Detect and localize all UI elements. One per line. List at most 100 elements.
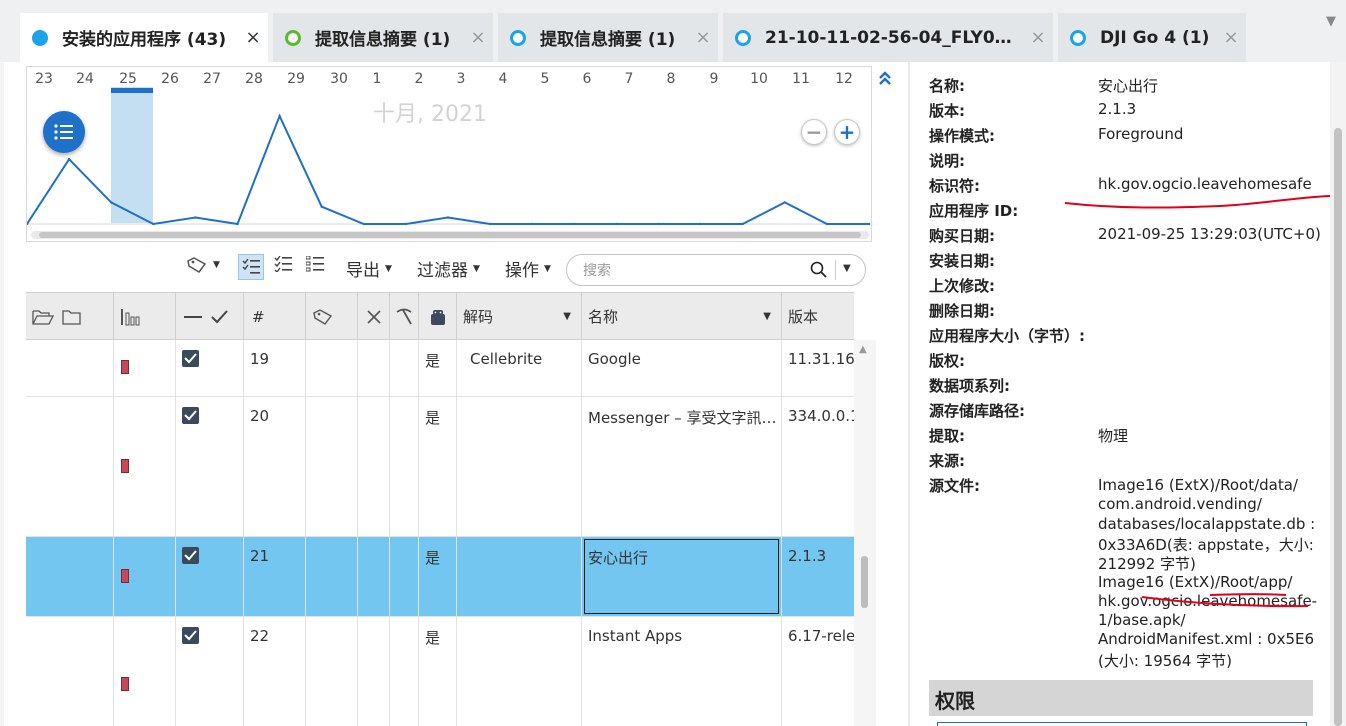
timeline-data-point[interactable] [236, 222, 239, 226]
tag-marker [121, 569, 129, 583]
carved-cell [390, 537, 419, 616]
row-checkbox[interactable] [182, 407, 199, 424]
tab-overflow-icon[interactable]: ▼ [1326, 14, 1336, 29]
timeline-data-point[interactable] [488, 222, 492, 226]
timeline-data-point[interactable] [783, 201, 786, 204]
deleted-cell [358, 617, 390, 726]
unchecked-list-view-button[interactable] [274, 256, 292, 272]
list-view-button[interactable] [43, 111, 85, 153]
android-column-header[interactable] [419, 293, 457, 340]
timeline-data-point[interactable] [699, 222, 702, 226]
timeline-data-point[interactable] [362, 222, 365, 226]
decode-column-header[interactable]: 解码 ▼ [457, 293, 582, 340]
search-icon[interactable] [810, 261, 828, 279]
timeline-data-point[interactable] [278, 114, 281, 118]
timeline-data-point[interactable] [110, 201, 113, 204]
tag-button[interactable]: ▼ [186, 256, 220, 274]
search-options-icon[interactable]: ▼ [843, 263, 851, 274]
all-list-view-button[interactable] [306, 256, 324, 272]
table-row[interactable]: 19 是 Cellebrite Google 11.31.16.2 [26, 340, 854, 397]
select-toggle-icon [184, 309, 228, 323]
version-cell: 334.0.0.15 [782, 397, 854, 536]
scrollbar-thumb[interactable] [39, 232, 861, 238]
timeline-data-point[interactable] [531, 222, 534, 226]
red-annotation-underlines [1064, 195, 1330, 608]
close-icon[interactable]: × [1023, 27, 1053, 48]
version-cell: 6.17-release [782, 617, 854, 726]
tab-dji-go-4[interactable]: DJI Go 4 (1) × [1058, 13, 1246, 62]
timeline-data-point[interactable] [194, 216, 197, 219]
tag-filter-column-header[interactable] [306, 293, 358, 340]
check-column-header[interactable] [176, 293, 244, 340]
decode-cell: Cellebrite [457, 340, 582, 396]
deleted-column-header[interactable] [358, 293, 390, 340]
table-vertical-scrollbar[interactable]: ▲ [854, 340, 876, 726]
table-row[interactable]: 20 是 Messenger – 享受文字訊息、語音和視訊通話 334.0.0.… [26, 397, 854, 537]
table-row-selected[interactable]: 21 是 安心出行 2.1.3 [26, 537, 854, 617]
chevron-down-icon[interactable]: ▼ [563, 311, 571, 322]
close-icon[interactable]: × [1216, 27, 1246, 48]
search-input[interactable] [583, 261, 803, 281]
check-cell [176, 537, 244, 616]
timeline-data-point[interactable] [825, 222, 829, 226]
decoded-flag: 是 [425, 352, 441, 370]
checked-list-view-button[interactable] [238, 254, 264, 280]
actions-menu[interactable]: 操作 ▼ [505, 256, 551, 281]
row-checkbox[interactable] [182, 547, 199, 564]
version-cell: 11.31.16.2 [782, 340, 854, 396]
row-checkbox[interactable] [182, 627, 199, 644]
version-column-header[interactable]: 版本 [782, 293, 854, 340]
tab-extraction-summary-1[interactable]: 提取信息摘要 (1) × [273, 13, 493, 62]
timeline-data-point[interactable] [404, 222, 408, 226]
timeline-chart[interactable]: 23 24 25 26 27 28 29 30 1 2 3 4 5 6 7 8 … [26, 66, 873, 242]
folder-cell [26, 397, 114, 536]
close-icon[interactable]: × [238, 27, 268, 48]
close-icon[interactable]: × [688, 27, 718, 48]
timeline-data-point[interactable] [67, 158, 71, 161]
tag-filter-cell [306, 397, 358, 536]
left-panel: 23 24 25 26 27 28 29 30 1 2 3 4 5 6 7 8 … [26, 62, 891, 726]
timeline-data-point[interactable] [741, 222, 744, 226]
name-column-header[interactable]: 名称 ▼ [582, 293, 782, 340]
app-name: Google [588, 350, 641, 368]
tab-bar: 安装的应用程序 (43) × 提取信息摘要 (1) × 提取信息摘要 (1) ×… [0, 0, 1346, 62]
number-column-header[interactable]: # [244, 293, 306, 340]
folder-column-header[interactable] [26, 293, 114, 340]
collapse-timeline-icon[interactable] [878, 70, 892, 91]
filter-menu[interactable]: 过滤器 ▼ [417, 256, 480, 281]
timeline-data-point[interactable] [657, 222, 660, 226]
tab-extraction-summary-2[interactable]: 提取信息摘要 (1) × [498, 13, 718, 62]
timeline-data-point[interactable] [152, 222, 155, 226]
timeline-series-line[interactable] [27, 113, 869, 226]
details-vertical-scrollbar[interactable] [1330, 62, 1346, 726]
timeline-data-point[interactable] [867, 222, 871, 226]
scrollbar-thumb[interactable] [861, 556, 868, 608]
tab-label: DJI Go 4 (1) [1100, 27, 1210, 48]
close-icon[interactable]: × [463, 27, 493, 48]
timeline-data-point[interactable] [320, 205, 323, 208]
export-menu[interactable]: 导出 ▼ [346, 256, 392, 281]
chevron-down-icon[interactable]: ▼ [763, 311, 771, 322]
tag-cell [114, 340, 176, 396]
scrollbar-thumb[interactable] [1334, 128, 1342, 726]
zoom-out-button[interactable]: − [801, 119, 827, 145]
row-number: 22 [250, 627, 270, 645]
number-header-label: # [252, 307, 265, 326]
check-cell [176, 397, 244, 536]
zoom-in-button[interactable]: + [834, 119, 860, 145]
decoded-flag: 是 [425, 409, 441, 427]
tab-flight-log[interactable]: 21-10-11-02-56-04_FLY09... × [723, 13, 1053, 62]
permissions-section-header[interactable]: 权限 [929, 680, 1313, 716]
timeline-horizontal-scrollbar[interactable] [31, 231, 869, 239]
tab-installed-apps[interactable]: 安装的应用程序 (43) × [20, 13, 268, 62]
timeline-data-point[interactable] [446, 216, 450, 219]
carved-column-header[interactable] [390, 293, 419, 340]
tag-column-header[interactable] [114, 293, 176, 340]
scroll-up-icon[interactable]: ▲ [859, 344, 867, 355]
timeline-data-point[interactable] [615, 222, 618, 226]
timeline-data-point[interactable] [573, 222, 576, 226]
deleted-cell [358, 340, 390, 396]
row-checkbox[interactable] [182, 350, 199, 367]
export-label: 导出 [346, 261, 380, 281]
table-row[interactable]: 22 是 Instant Apps 6.17-release [26, 617, 854, 726]
